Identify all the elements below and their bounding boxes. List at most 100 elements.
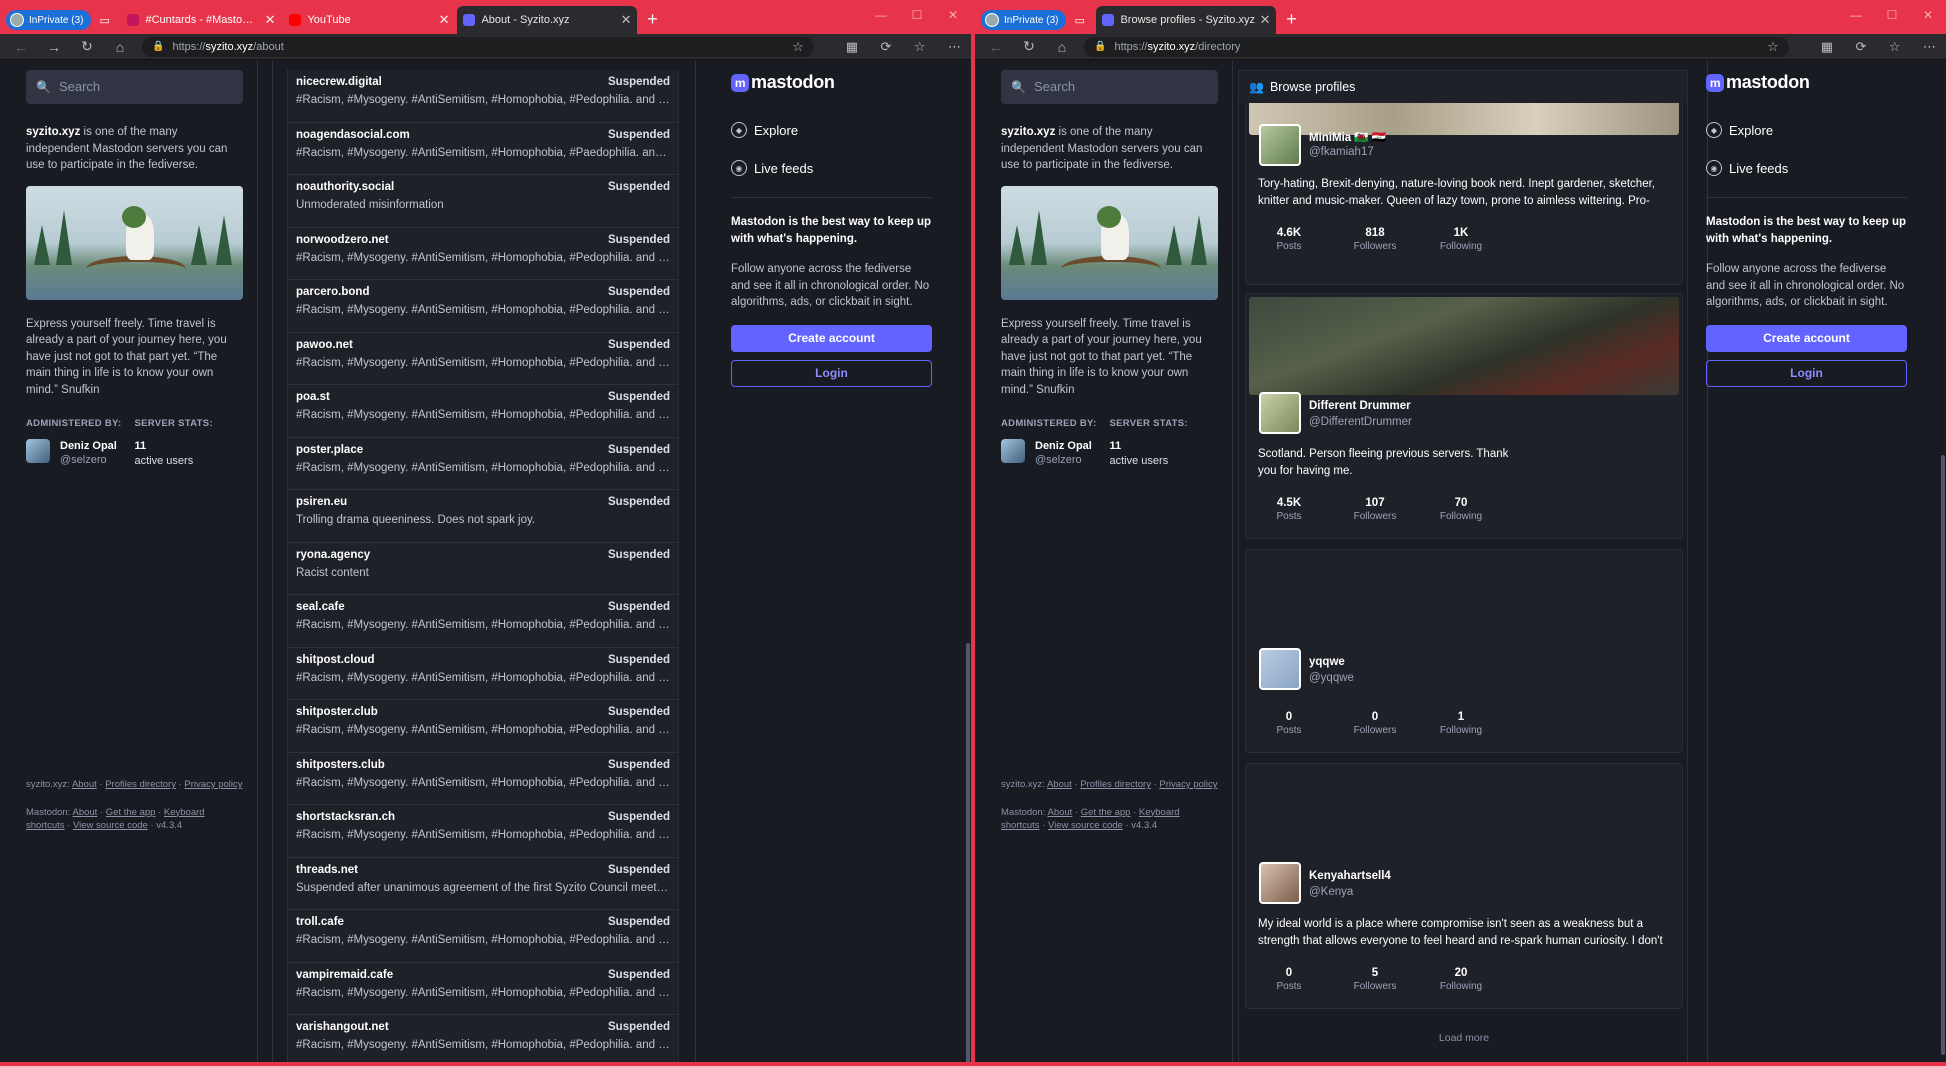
refresh-icon[interactable]: ↻: [76, 36, 98, 58]
home-icon[interactable]: ⌂: [109, 36, 131, 58]
inprivate-badge[interactable]: InPrivate (3): [981, 10, 1067, 30]
page-scrollbar[interactable]: [965, 60, 971, 1066]
globe-icon: ◉: [731, 160, 747, 176]
nav-live-feeds[interactable]: ◉ Live feeds: [1706, 149, 1907, 187]
admin-account[interactable]: Deniz Opal @selzero: [26, 438, 135, 467]
profile-card[interactable]: Different Drummer @DifferentDrummer Scot…: [1245, 293, 1683, 539]
back-icon[interactable]: ←: [10, 36, 32, 58]
footer-source-link[interactable]: View source code: [1048, 820, 1123, 831]
create-account-button[interactable]: Create account: [731, 324, 932, 352]
footer-get-app-link[interactable]: Get the app: [106, 807, 156, 818]
extensions-icon[interactable]: ⟳: [881, 39, 892, 54]
footer-directory-link[interactable]: Profiles directory: [105, 779, 176, 790]
close-tab-icon[interactable]: ✕: [439, 12, 450, 28]
footer-mastodon-about-link[interactable]: About: [73, 807, 98, 818]
server-status: Suspended: [608, 128, 670, 141]
profile-card[interactable]: MiniMia 🏴󠁧󠁢󠁷󠁬󠁳󠁿 🇮🇶 @fkamiah17 Tory-hatin…: [1245, 103, 1683, 285]
window-controls: — ☐ ✕: [863, 0, 971, 30]
server-reason: Unmoderated misinformation: [296, 199, 444, 211]
back-icon[interactable]: ←: [985, 36, 1007, 58]
tab-actions-button[interactable]: ▭: [93, 6, 119, 34]
moderated-server-row: seal.cafe Suspended #Racism, #Mysogeny. #A…: [287, 595, 679, 648]
create-account-button[interactable]: Create account: [1706, 324, 1907, 352]
maximize-icon[interactable]: ☐: [899, 0, 935, 30]
page-content: 🔍 Search syzito.xyz is one of the many in…: [975, 60, 1946, 1066]
login-button[interactable]: Login: [1706, 359, 1907, 387]
directory-column: 👥 Browse profiles: [1238, 70, 1688, 103]
new-tab-button[interactable]: +: [1278, 6, 1304, 32]
forward-icon[interactable]: →: [43, 36, 65, 58]
favorites-icon[interactable]: ☆: [914, 39, 926, 54]
reading-view-icon[interactable]: ▦: [1821, 39, 1833, 54]
footer-about-link[interactable]: About: [72, 779, 97, 790]
scrollbar-thumb[interactable]: [1941, 455, 1945, 1055]
footer-privacy-link[interactable]: Privacy policy: [184, 779, 242, 790]
more-menu-icon[interactable]: ⋯: [1923, 39, 1936, 54]
nav-explore[interactable]: ◆ Explore: [731, 111, 932, 149]
footer-privacy-link[interactable]: Privacy policy: [1159, 779, 1217, 790]
moderated-server-row: pawoo.net Suspended #Racism, #Mysogeny. #A…: [287, 332, 679, 385]
followers-count: 107: [1365, 497, 1385, 509]
close-window-icon[interactable]: ✕: [1910, 0, 1946, 30]
server-status: Suspended: [608, 391, 670, 403]
url-field[interactable]: 🔒 https://syzito.xyz/directory ☆: [1084, 36, 1789, 57]
favorite-star-icon[interactable]: ☆: [1767, 39, 1779, 55]
tab-youtube[interactable]: YouTube ✕: [283, 6, 455, 34]
more-menu-icon[interactable]: ⋯: [948, 39, 961, 54]
tab-mastodonspy[interactable]: #Cuntards - #MastodonSpyBallo... ✕: [121, 6, 281, 34]
close-tab-icon[interactable]: ✕: [1260, 12, 1271, 28]
new-tab-button[interactable]: +: [639, 6, 665, 32]
favorites-icon[interactable]: ☆: [1889, 39, 1901, 54]
nav-explore[interactable]: ◆ Explore: [1706, 111, 1907, 149]
search-icon: 🔍: [1011, 79, 1026, 94]
footer-get-app-link[interactable]: Get the app: [1081, 807, 1131, 818]
server-reason: #Racism, #Mysogeny. #AntiSemitism, #Homo…: [296, 671, 670, 684]
admin-handle: @selzero: [60, 453, 107, 466]
search-icon: 🔍: [36, 79, 51, 94]
minimize-icon[interactable]: —: [863, 0, 899, 30]
url-field[interactable]: 🔒 https://syzito.xyz/about ☆: [142, 36, 814, 57]
posts-count: 4.6K: [1276, 227, 1302, 239]
mastodon-logo[interactable]: m mastodon: [1706, 72, 1907, 93]
navigation-panel: m mastodon ◆ Explore ◉ Live feeds Mastodon …: [1706, 72, 1907, 387]
load-more-button[interactable]: Load more: [1245, 1032, 1683, 1044]
close-tab-icon[interactable]: ✕: [621, 12, 632, 28]
footer-directory-link[interactable]: Profiles directory: [1080, 779, 1151, 790]
search-input[interactable]: 🔍 Search: [26, 70, 243, 104]
profile-card[interactable]: yqqwe @yqqwe 0 Posts 0 Followers 1 Followin…: [1245, 549, 1683, 753]
scrollbar-thumb[interactable]: [966, 643, 970, 1063]
active-users-count: 11: [1109, 439, 1122, 452]
footer-about-link[interactable]: About: [1047, 779, 1072, 790]
nav-live-feeds[interactable]: ◉ Live feeds: [731, 149, 932, 187]
mastodon-favicon-icon: [127, 14, 140, 26]
footer-version: v4.3.4: [1131, 820, 1158, 831]
footer-mastodon-about-link[interactable]: About: [1048, 807, 1073, 818]
maximize-icon[interactable]: ☐: [1874, 0, 1910, 30]
reading-view-icon[interactable]: ▦: [846, 39, 858, 54]
divider: [1706, 197, 1907, 198]
footer-source-link[interactable]: View source code: [73, 820, 148, 831]
favorite-star-icon[interactable]: ☆: [792, 39, 804, 55]
page-scrollbar[interactable]: [1940, 60, 1946, 1066]
following-count: 1: [1457, 711, 1465, 723]
search-input[interactable]: 🔍 Search: [1001, 70, 1218, 104]
profile-card[interactable]: Kenyahartsell4 @Kenya My ideal world is …: [1245, 763, 1683, 1009]
minimize-icon[interactable]: —: [1838, 0, 1874, 30]
tab-actions-button[interactable]: ▭: [1068, 6, 1094, 34]
mastodon-logo[interactable]: m mastodon: [731, 72, 932, 93]
close-window-icon[interactable]: ✕: [935, 0, 971, 30]
inprivate-badge[interactable]: InPrivate (3): [6, 10, 92, 30]
extensions-icon[interactable]: ⟳: [1856, 39, 1867, 54]
login-button[interactable]: Login: [731, 359, 932, 387]
close-tab-icon[interactable]: ✕: [265, 12, 276, 28]
admin-section: Administered by: Deniz Opal @selzero Serv…: [26, 416, 243, 469]
tab-label: YouTube: [307, 14, 351, 26]
server-reason: #Racism, #Mysogeny. #AntiSemitism, #Homo…: [296, 461, 670, 474]
home-icon[interactable]: ⌂: [1051, 36, 1073, 58]
tab-browse-profiles[interactable]: Browse profiles - Syzito.xyz ✕: [1096, 6, 1277, 34]
server-reason: #Racism, #Mysogeny. #AntiSemitism, #Homo…: [296, 934, 670, 946]
admin-account[interactable]: Deniz Opal @selzero: [1001, 438, 1110, 467]
profile-bio: Scotland. Person fleeing previous server…: [1258, 448, 1509, 477]
refresh-icon[interactable]: ↻: [1018, 36, 1040, 58]
tab-about-syzito[interactable]: About - Syzito.xyz ✕: [457, 6, 638, 34]
